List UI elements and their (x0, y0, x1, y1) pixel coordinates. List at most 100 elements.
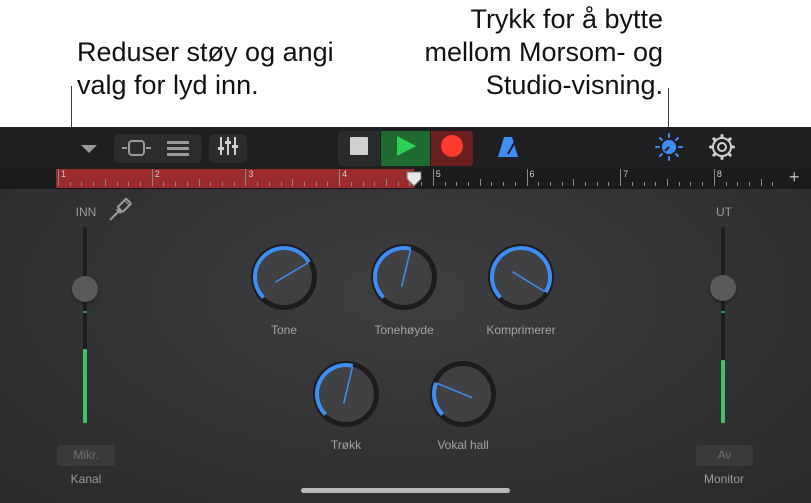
record-icon (440, 134, 464, 163)
output-slider-mark (721, 311, 725, 313)
ruler-subtick (198, 179, 200, 186)
cycle-region[interactable] (56, 169, 414, 188)
knob-2[interactable] (364, 237, 444, 317)
ruler-subtick (128, 182, 130, 186)
knob-4[interactable] (306, 354, 386, 434)
ruler-bar-number: 5 (435, 169, 441, 179)
output-volume-slider[interactable] (710, 275, 736, 301)
tracks-view-button[interactable] (114, 134, 202, 163)
ruler-bar-number: 6 (529, 169, 535, 179)
ruler-subtick (737, 182, 739, 186)
ruler-subtick (139, 182, 141, 186)
ruler-bar-number: 1 (61, 169, 67, 179)
knob-label: Trøkk (330, 438, 362, 452)
ruler-subtick (374, 182, 376, 186)
app-window: 1 2 3 4 5 6 7 8 + INN Mikr. Kanal UT Av Monitor… (0, 127, 811, 503)
callout-view-switch: Trykk for å bytte mellom Morsom- og Stud… (395, 3, 663, 102)
output-label: UT (716, 205, 732, 219)
metronome-button[interactable] (494, 135, 522, 163)
ruler-bar-tick (151, 169, 153, 186)
ruler-subtick (655, 182, 657, 186)
ruler-subtick (491, 182, 493, 186)
ruler-bar-tick (432, 169, 434, 186)
ruler-subtick (315, 182, 317, 186)
input-label: INN (75, 205, 97, 219)
playhead[interactable] (406, 171, 422, 192)
ruler-subtick (385, 179, 387, 186)
ruler-subtick (585, 182, 587, 186)
ruler-subtick (175, 182, 177, 186)
home-indicator[interactable] (301, 488, 510, 493)
mixer-icon (217, 136, 239, 161)
callout-left-text: Reduser støy og angi valg for lyd inn. (77, 37, 334, 100)
ruler-subtick (467, 182, 469, 186)
ruler-bar-number: 3 (248, 169, 254, 179)
callout-input-settings: Reduser støy og angi valg for lyd inn. (77, 36, 334, 102)
ruler-bar-number: 2 (154, 169, 160, 179)
ruler-subtick (690, 182, 692, 186)
knob-label: Komprimerer (486, 323, 556, 337)
record-button[interactable] (431, 131, 473, 166)
ruler-bar-tick (245, 169, 247, 186)
ruler-subtick (643, 182, 645, 186)
list-view-icon[interactable] (166, 140, 190, 161)
input-gain-slider[interactable] (72, 276, 98, 302)
ruler-subtick (350, 182, 352, 186)
timeline-ruler[interactable]: 1 2 3 4 5 6 7 8 + (0, 167, 811, 192)
ruler-bar-tick (713, 169, 715, 186)
play-button[interactable] (381, 131, 430, 166)
ruler-subtick (116, 182, 118, 186)
callout-right-text: Trykk for å bytte mellom Morsom- og Stud… (424, 4, 663, 100)
ruler-subtick (444, 182, 446, 186)
ruler-subtick (233, 182, 235, 186)
chevron-down-icon[interactable] (74, 137, 104, 161)
ruler-subtick (561, 182, 563, 186)
ruler-subtick (210, 182, 212, 186)
mixer-button[interactable] (209, 134, 247, 163)
ruler-subtick (221, 182, 223, 186)
ruler-subtick (81, 182, 83, 186)
play-icon (395, 135, 417, 162)
ruler-subtick (257, 182, 259, 186)
ruler-subtick (667, 179, 669, 186)
ruler-subtick (702, 182, 704, 186)
ruler-subtick (772, 182, 774, 186)
ruler-subtick (327, 182, 329, 186)
ruler-subtick (362, 182, 364, 186)
view-switch-button[interactable] (654, 132, 684, 163)
ruler-subtick (725, 182, 727, 186)
toolbar (0, 127, 811, 169)
ruler-subtick (93, 182, 95, 186)
monitor-toggle-button[interactable]: Av (696, 445, 753, 466)
ruler-subtick (479, 179, 481, 186)
ruler-subtick (503, 182, 505, 186)
ruler-subtick (749, 182, 751, 186)
settings-button[interactable] (707, 133, 737, 163)
add-section-button[interactable]: + (789, 167, 800, 188)
ruler-bar-number: 8 (716, 169, 722, 179)
output-level-meter (721, 360, 725, 423)
ruler-subtick (292, 179, 294, 186)
stop-button[interactable] (338, 131, 380, 166)
ruler-subtick (573, 179, 575, 186)
ruler-bar-number: 7 (623, 169, 629, 179)
ruler-subtick (397, 182, 399, 186)
ruler-subtick (596, 182, 598, 186)
ruler-subtick (163, 182, 165, 186)
ruler-subtick (538, 182, 540, 186)
ruler-subtick (268, 182, 270, 186)
knob-5[interactable] (423, 354, 503, 434)
ruler-bar-tick (526, 169, 528, 186)
ruler-subtick (608, 182, 610, 186)
knob-label: Tonehøyde (374, 323, 434, 337)
tracks-view-icon (120, 140, 154, 161)
knob-label: Vokal hall (437, 438, 489, 452)
ruler-subtick (303, 182, 305, 186)
knob-1[interactable] (244, 237, 324, 317)
input-settings-icon[interactable] (108, 196, 134, 227)
input-source-button[interactable]: Mikr. (57, 445, 115, 466)
ruler-bar-tick (339, 169, 341, 186)
knob-3[interactable] (481, 237, 561, 317)
knob-label: Tone (270, 323, 298, 337)
input-channel-label: Kanal (70, 472, 102, 486)
